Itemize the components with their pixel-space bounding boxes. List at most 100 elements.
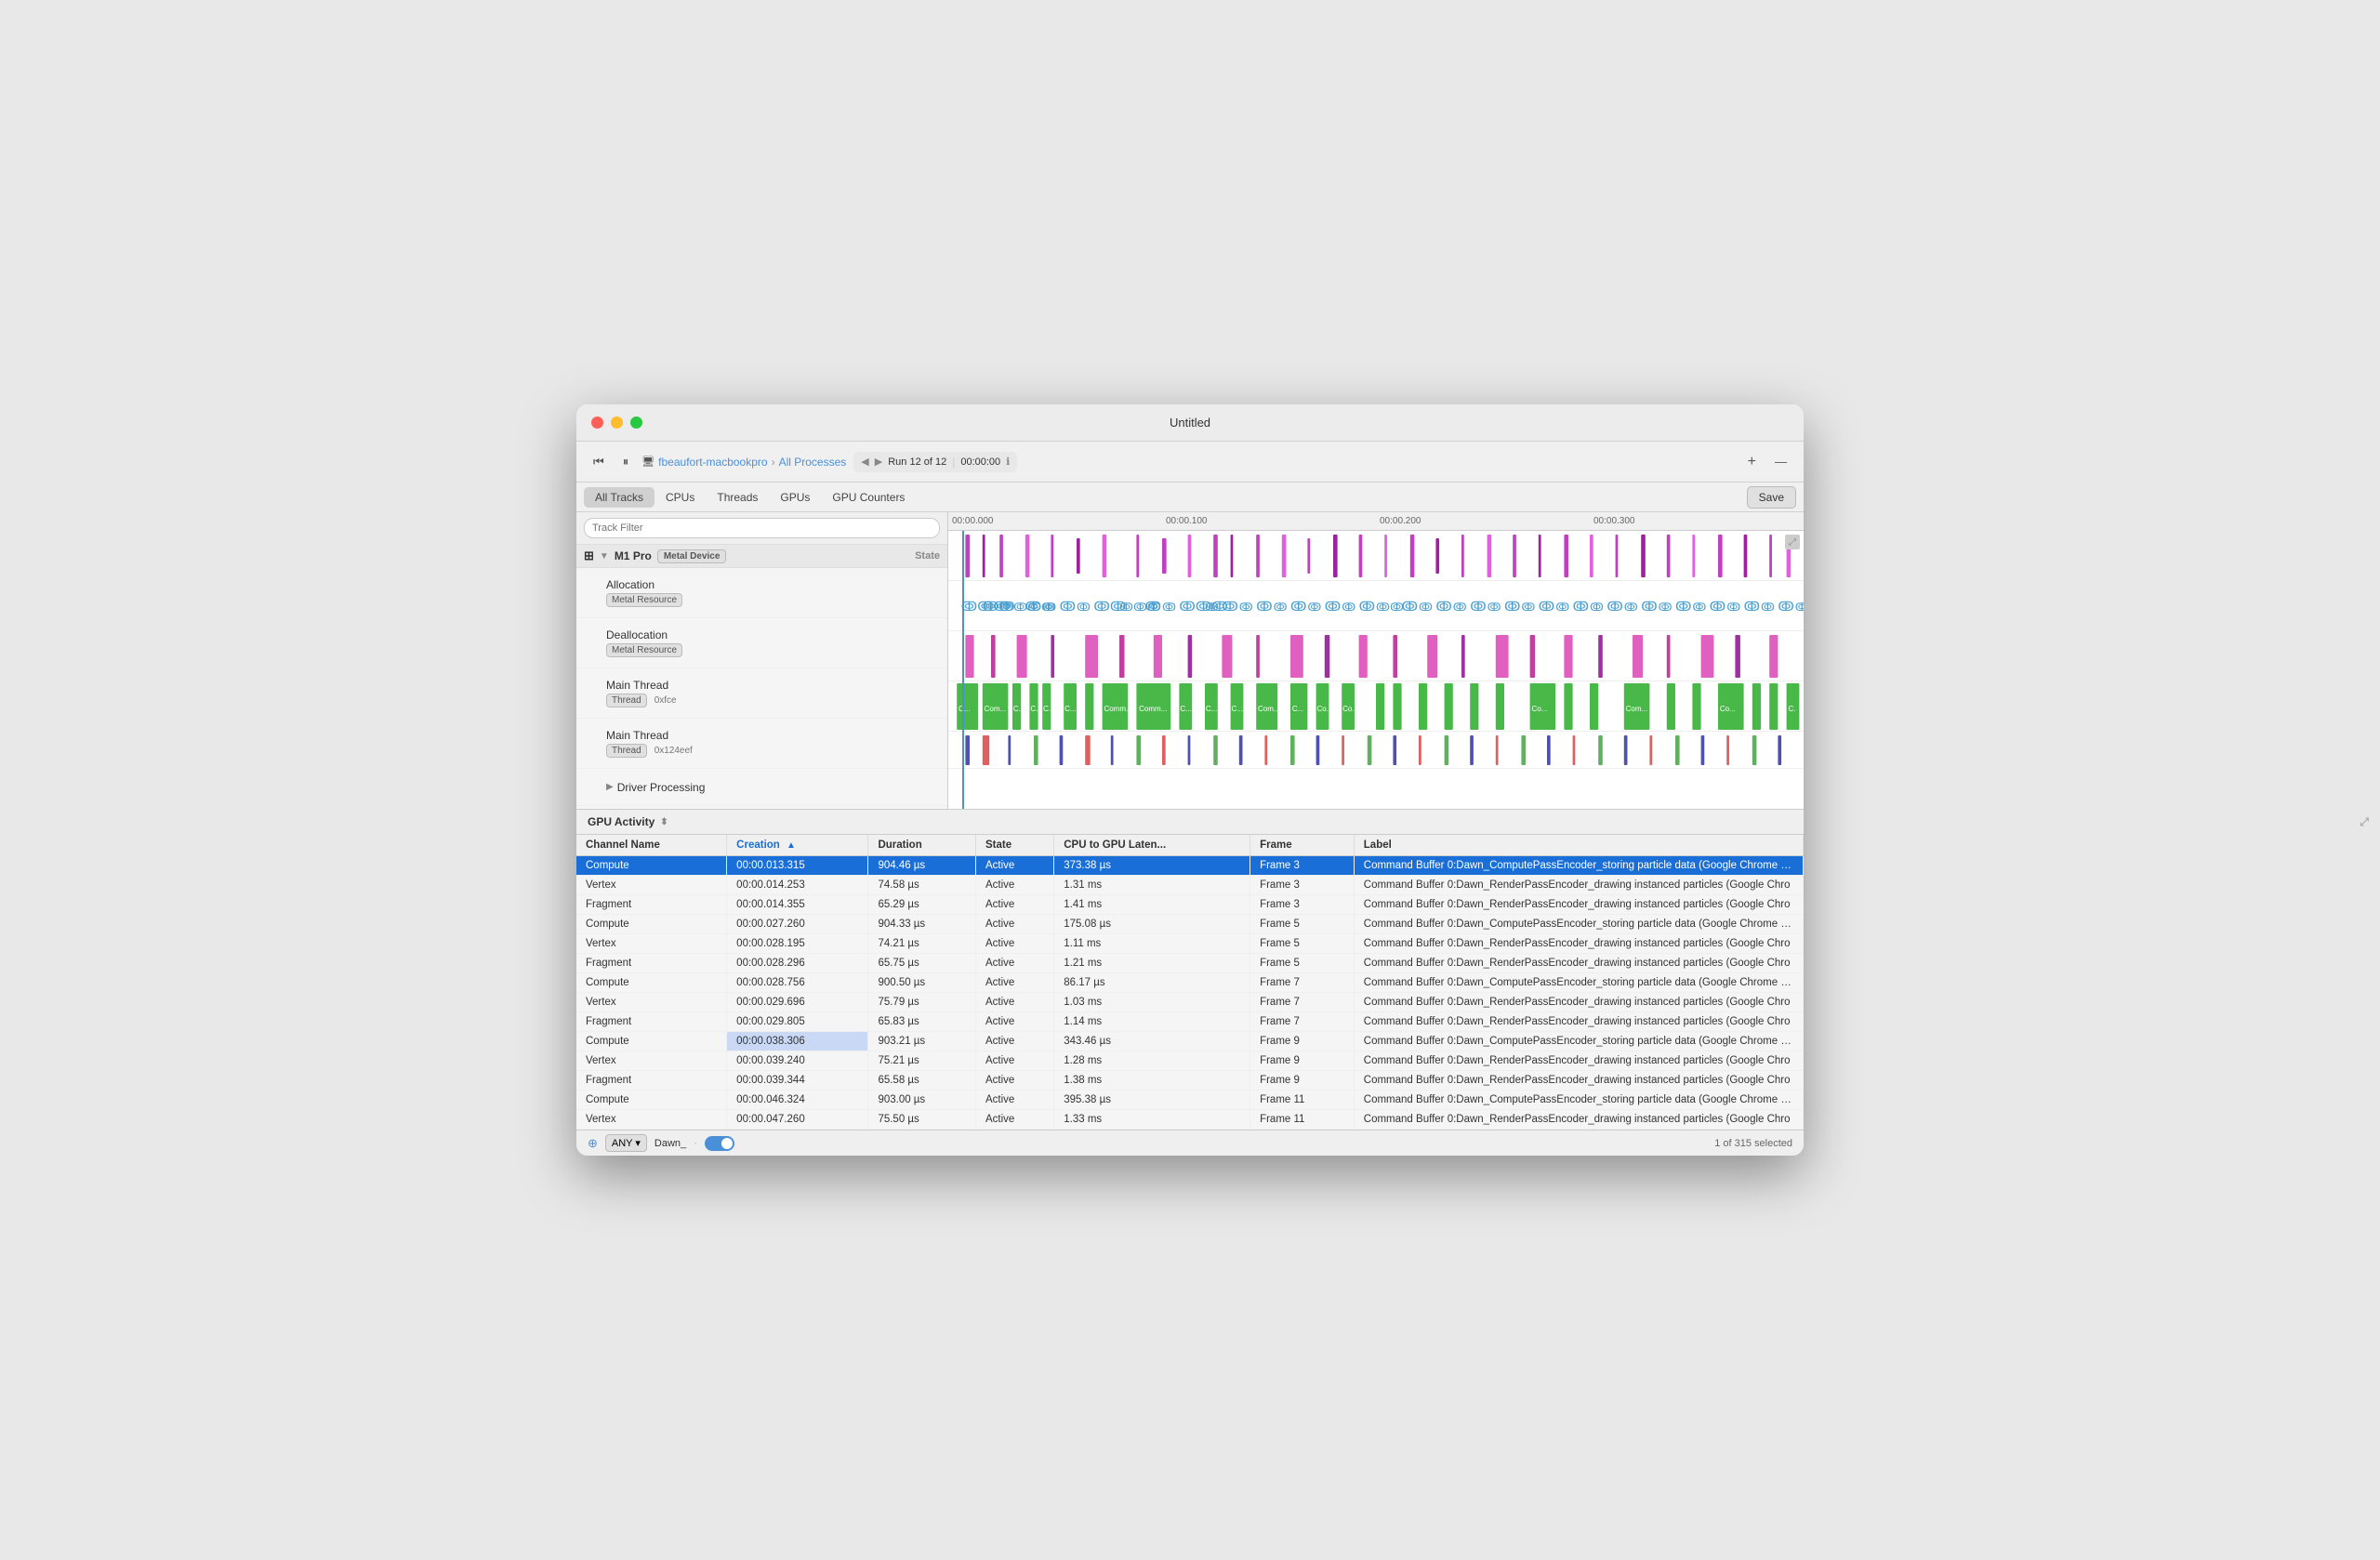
run-info-button[interactable]: ℹ — [1006, 456, 1010, 468]
toolbar: ⏮ ⏸ 🖥 fbeaufort-macbookpro › All Process… — [576, 442, 1804, 483]
timeline-section: ⊞ ▼ M1 Pro Metal Device State Allocation… — [576, 512, 1804, 810]
col-cpu-gpu-lat[interactable]: CPU to GPU Laten... — [1054, 835, 1250, 856]
table-row[interactable]: Compute00:00.013.315904.46 µsActive373.3… — [576, 856, 1804, 876]
col-creation[interactable]: Creation ▲ — [727, 835, 868, 856]
table-row[interactable]: Vertex00:00.047.26075.50 µsActive1.33 ms… — [576, 1110, 1804, 1130]
table-cell-cpu_gpu_lat: 1.14 ms — [1054, 1012, 1250, 1032]
titlebar: Untitled — [576, 404, 1804, 442]
back-button[interactable]: ⏮ — [588, 451, 610, 473]
table-cell-label: Command Buffer 0:Dawn_RenderPassEncoder_… — [1354, 1110, 1803, 1130]
timeline-tracks: ↂↂↂ ↂↂ ↂↂↂↂ ↂ ↂ ↂ ↂ ↂↂ ↂↂↂ ↂ ↂ ↂↂↂ — [948, 531, 1804, 809]
tab-all-tracks[interactable]: All Tracks — [584, 487, 654, 508]
col-duration[interactable]: Duration — [868, 835, 976, 856]
tab-cpus[interactable]: CPUs — [654, 487, 706, 508]
minimize-toolbar-button[interactable]: — — [1769, 451, 1792, 472]
tab-gpu-counters[interactable]: GPU Counters — [821, 487, 916, 508]
svg-text:ↂ: ↂ — [1060, 599, 1076, 614]
ruler-mark-0: 00:00.000 — [952, 516, 994, 526]
table-row[interactable]: Vertex00:00.039.24075.21 µsActive1.28 ms… — [576, 1051, 1804, 1071]
track-group-header[interactable]: ⊞ ▼ M1 Pro Metal Device State — [576, 545, 947, 568]
table-cell-label: Command Buffer 0:Dawn_ComputePassEncoder… — [1354, 856, 1803, 876]
table-cell-creation: 00:00.029.696 — [727, 993, 868, 1012]
table-cell-label: Command Buffer 0:Dawn_RenderPassEncoder_… — [1354, 993, 1803, 1012]
svg-text:ↂ: ↂ — [1710, 599, 1726, 614]
table-row[interactable]: Fragment00:00.029.80565.83 µsActive1.14 … — [576, 1012, 1804, 1032]
svg-text:ↂↂↂ: ↂↂↂ — [1179, 599, 1227, 614]
table-cell-frame: Frame 11 — [1250, 1091, 1355, 1110]
table-row[interactable]: Compute00:00.038.306903.21 µsActive343.4… — [576, 1032, 1804, 1051]
close-button[interactable] — [591, 416, 603, 429]
svg-text:ↂ: ↂ — [1624, 601, 1638, 614]
track-row-inner-thread2: Main Thread Thread 0x124eef — [606, 729, 693, 758]
svg-text:ↂ: ↂ — [1761, 601, 1775, 614]
tab-threads[interactable]: Threads — [706, 487, 769, 508]
filter-separator: · — [694, 1138, 697, 1149]
timeline-canvas[interactable]: 00:00.000 00:00.100 00:00.200 00:00.300 — [948, 512, 1804, 809]
table-cell-creation: 00:00.039.344 — [727, 1071, 868, 1091]
ruler-mark-2: 00:00.200 — [1380, 516, 1421, 526]
table-cell-label: Command Buffer 0:Dawn_ComputePassEncoder… — [1354, 1032, 1803, 1051]
table-cell-frame: Frame 9 — [1250, 1032, 1355, 1051]
tab-gpus[interactable]: GPUs — [769, 487, 821, 508]
track-row-main-thread-1: Main Thread Thread 0xfce — [576, 668, 947, 719]
filter-any-button[interactable]: ANY ▾ — [605, 1134, 647, 1152]
table-row[interactable]: Compute00:00.027.260904.33 µsActive175.0… — [576, 915, 1804, 934]
track-filter-input[interactable] — [584, 518, 940, 538]
breadcrumb-process[interactable]: All Processes — [779, 456, 847, 469]
svg-text:ↂ: ↂ — [1555, 601, 1569, 614]
table-cell-state: Active — [975, 1012, 1053, 1032]
col-label[interactable]: Label — [1354, 835, 1803, 856]
table-cell-creation: 00:00.014.355 — [727, 895, 868, 915]
table-row[interactable]: Fragment00:00.039.34465.58 µsActive1.38 … — [576, 1071, 1804, 1091]
svg-text:C...: C... — [1030, 705, 1041, 713]
table-row[interactable]: Vertex00:00.014.25374.58 µsActive1.31 ms… — [576, 876, 1804, 895]
breadcrumb-device[interactable]: fbeaufort-macbookpro — [658, 456, 767, 469]
track-row-deallocation: Deallocation Metal Resource — [576, 618, 947, 668]
svg-text:ↂ: ↂ — [1573, 599, 1589, 614]
col-frame[interactable]: Frame — [1250, 835, 1355, 856]
svg-text:ↂ: ↂ — [1744, 599, 1760, 614]
table-row[interactable]: Compute00:00.028.756900.50 µsActive86.17… — [576, 973, 1804, 993]
table-row[interactable]: Fragment00:00.028.29665.75 µsActive1.21 … — [576, 954, 1804, 973]
table-cell-cpu_gpu_lat: 1.33 ms — [1054, 1110, 1250, 1130]
svg-text:ↂ: ↂ — [1675, 599, 1691, 614]
table-cell-label: Command Buffer 0:Dawn_RenderPassEncoder_… — [1354, 954, 1803, 973]
track-viz-allocation — [948, 531, 1804, 581]
pause-button[interactable]: ⏸ — [617, 451, 635, 473]
minimize-button[interactable] — [611, 416, 623, 429]
col-channel[interactable]: Channel Name — [576, 835, 727, 856]
track-row-inner-dealloc: Deallocation Metal Resource — [606, 628, 682, 657]
filter-toggle[interactable] — [705, 1136, 734, 1151]
table-row[interactable]: Vertex00:00.028.19574.21 µsActive1.11 ms… — [576, 934, 1804, 954]
table-cell-frame: Frame 9 — [1250, 1051, 1355, 1071]
maximize-button[interactable] — [630, 416, 642, 429]
svg-text:ↂ: ↂ — [1453, 601, 1467, 614]
gpu-activity-header: GPU Activity ⬍ ⤢ — [576, 810, 1804, 835]
table-cell-frame: Frame 7 — [1250, 973, 1355, 993]
col-state[interactable]: State — [975, 835, 1053, 856]
timeline-resize-handle[interactable]: ⤢ — [1785, 535, 1800, 549]
track-viz-thread1 — [948, 631, 1804, 681]
driver-expand-icon[interactable]: ▶ — [606, 782, 614, 792]
run-prev-button[interactable]: ◀ — [861, 456, 868, 468]
table-container[interactable]: Channel Name Creation ▲ Duration State C… — [576, 835, 1804, 1130]
svg-text:ↂ: ↂ — [1590, 601, 1604, 614]
svg-text:ↂ: ↂ — [1539, 599, 1554, 614]
table-row[interactable]: Compute00:00.046.324903.00 µsActive395.3… — [576, 1091, 1804, 1110]
table-row[interactable]: Fragment00:00.014.35565.29 µsActive1.41 … — [576, 895, 1804, 915]
selection-info: 1 of 315 selected — [1714, 1138, 1792, 1149]
track-viz-thread2: C... Com... C... C... C... C... — [948, 681, 1804, 732]
save-button[interactable]: Save — [1747, 486, 1796, 509]
gpu-activity-sort-icon[interactable]: ⬍ — [660, 817, 668, 827]
table-cell-state: Active — [975, 954, 1053, 973]
gpu-activity-title: GPU Activity — [588, 815, 654, 828]
svg-text:Co...: Co... — [1720, 705, 1736, 713]
svg-text:ↂ: ↂ — [1641, 599, 1657, 614]
table-cell-frame: Frame 5 — [1250, 934, 1355, 954]
svg-text:ↂ: ↂ — [1325, 599, 1341, 614]
table-header-row: Channel Name Creation ▲ Duration State C… — [576, 835, 1804, 856]
table-row[interactable]: Vertex00:00.029.69675.79 µsActive1.03 ms… — [576, 993, 1804, 1012]
add-button[interactable]: + — [1742, 450, 1762, 474]
track-addr-2: 0x124eef — [654, 746, 693, 756]
svg-text:ↂ: ↂ — [1290, 599, 1306, 614]
